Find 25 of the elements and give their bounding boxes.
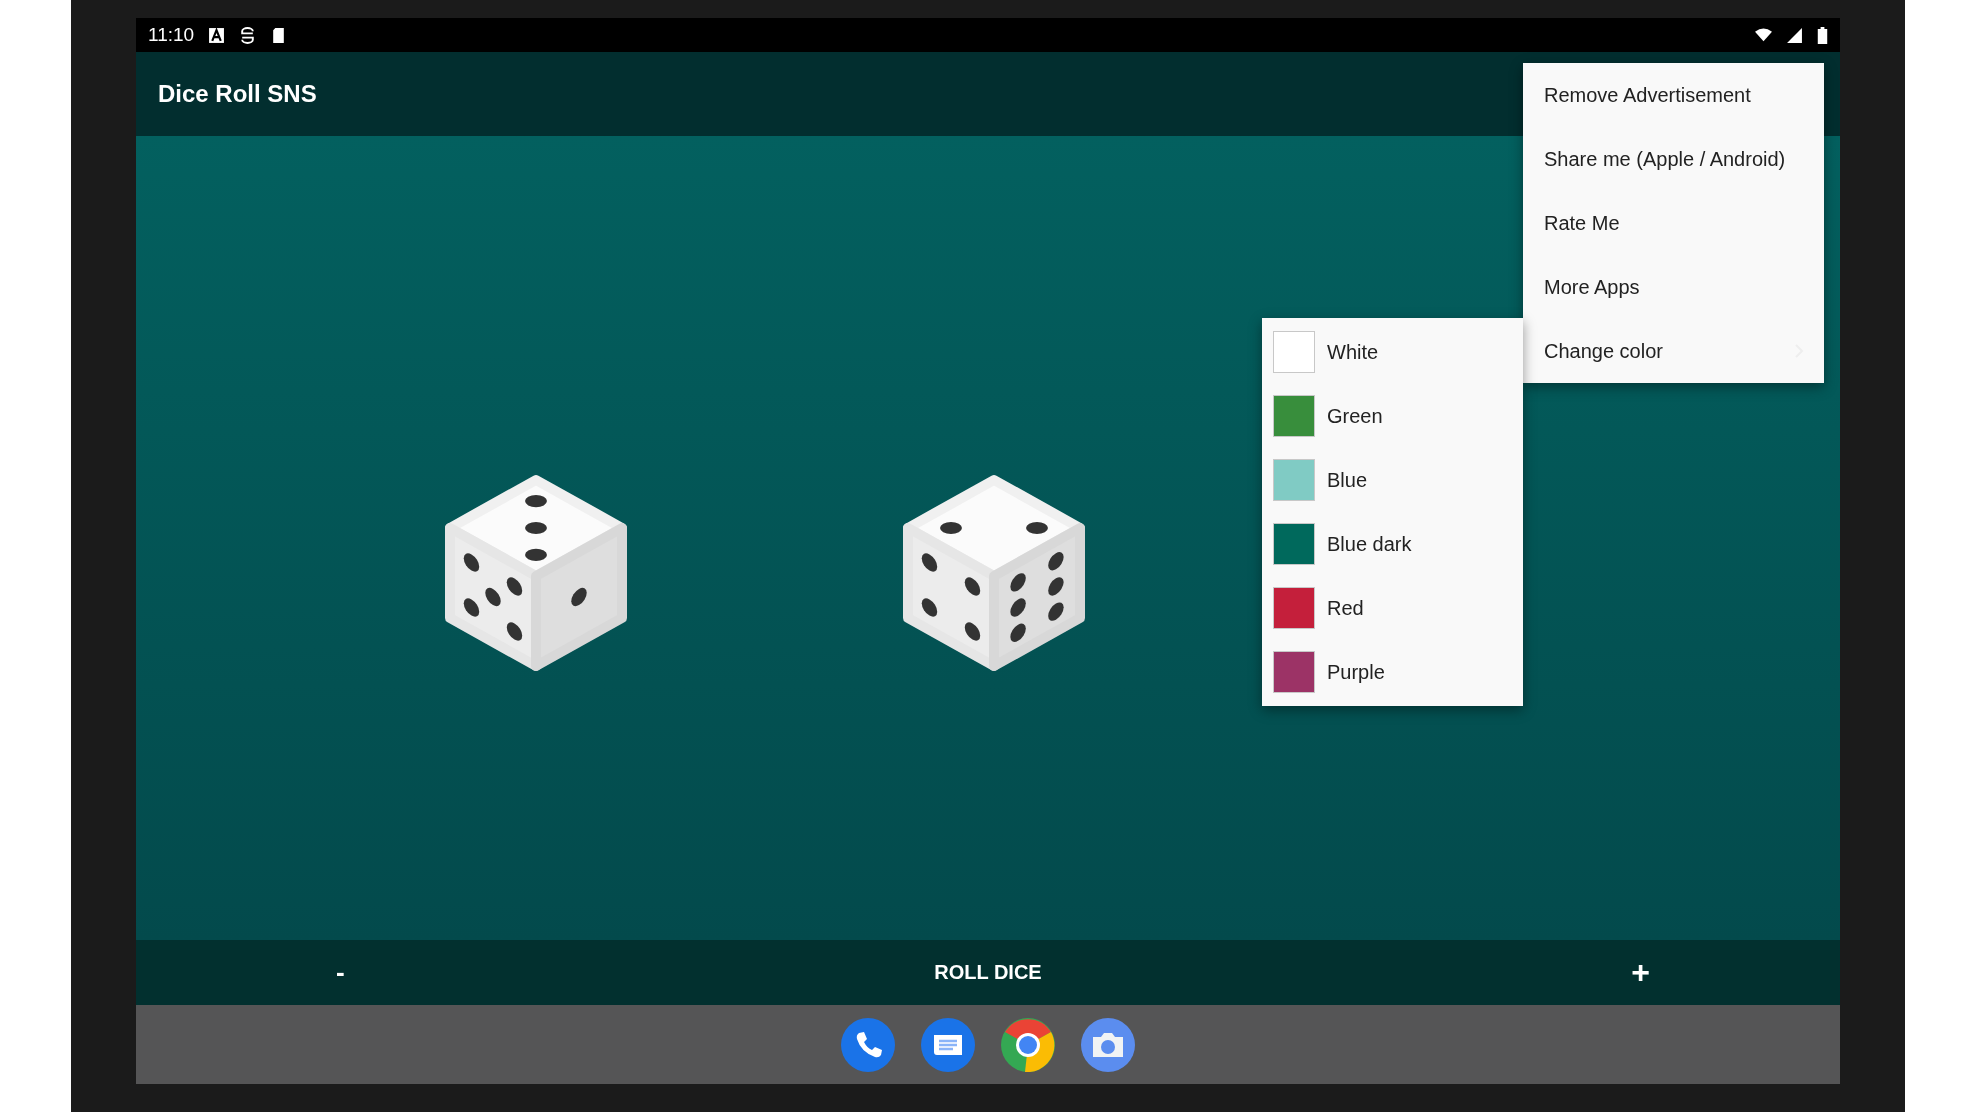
menu-item[interactable]: Remove Advertisement xyxy=(1523,63,1824,127)
color-option[interactable]: Red xyxy=(1262,576,1523,640)
signal-icon xyxy=(1786,26,1803,44)
roll-dice-button[interactable]: ROLL DICE xyxy=(924,957,1052,988)
app-title: Dice Roll SNS xyxy=(158,80,317,108)
browser-icon[interactable] xyxy=(1001,1017,1055,1072)
messages-icon[interactable] xyxy=(921,1017,975,1072)
wifi-icon xyxy=(1755,26,1772,44)
menu-item[interactable]: Change color xyxy=(1523,319,1824,383)
color-option[interactable]: Green xyxy=(1262,384,1523,448)
color-option[interactable]: White xyxy=(1262,320,1523,384)
menu-item[interactable]: Rate Me xyxy=(1523,191,1824,255)
phone-icon[interactable] xyxy=(841,1017,895,1072)
camera-icon[interactable] xyxy=(1081,1017,1135,1072)
menu-item[interactable]: Share me (Apple / Android) xyxy=(1523,127,1824,191)
clock: 11:10 xyxy=(148,24,195,46)
notification-icon xyxy=(208,26,226,44)
color-option[interactable]: Blue dark xyxy=(1262,512,1523,576)
minus-button[interactable]: - xyxy=(326,953,355,992)
menu-item[interactable]: More Apps xyxy=(1523,255,1824,319)
plus-button[interactable]: + xyxy=(1621,950,1660,995)
color-option[interactable]: Purple xyxy=(1262,640,1523,704)
sync-icon xyxy=(239,26,257,44)
color-option[interactable]: Blue xyxy=(1262,448,1523,512)
battery-icon xyxy=(1817,26,1828,44)
